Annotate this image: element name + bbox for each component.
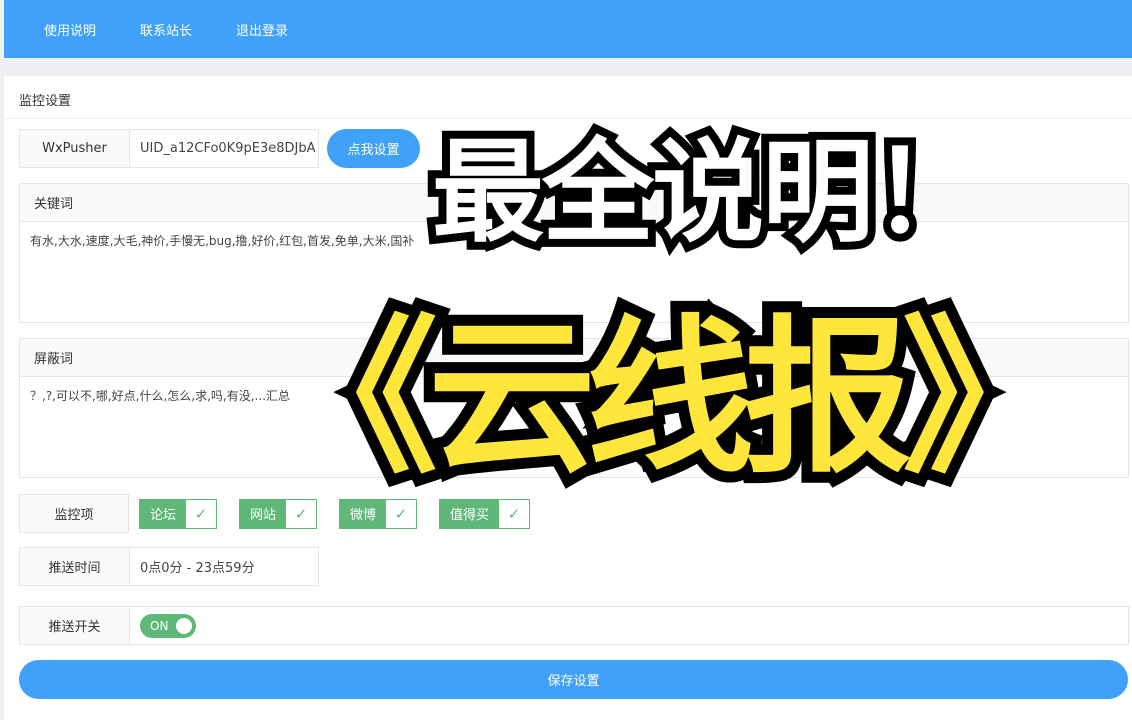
toggle-knob [176, 617, 192, 634]
check-icon: ✓ [294, 504, 308, 523]
wxpusher-setup-button[interactable]: 点我设置 [327, 129, 420, 168]
checkbox-label: 论坛 [140, 499, 187, 528]
push-time-input[interactable]: 0点0分 - 23点59分 [130, 557, 255, 576]
save-button[interactable]: 保存设置 [19, 660, 1128, 699]
check-icon: ✓ [507, 504, 521, 523]
check-icon: ✓ [194, 504, 208, 523]
toggle-state: ON [150, 618, 169, 633]
top-nav: 使用说明 联系站长 退出登录 [4, 0, 1132, 58]
check-icon: ✓ [394, 504, 408, 523]
push-switch-row: 推送开关 ON [19, 606, 1129, 645]
overlay-title-line2: 《云线报》 [259, 289, 1081, 507]
push-toggle[interactable]: ON [140, 613, 196, 638]
card-title: 监控设置 [19, 94, 72, 109]
wxpusher-uid-input[interactable]: UID_a12CFo0K9pE3e8DJbA [130, 141, 318, 156]
checkbox-forum[interactable]: 论坛 ✓ [139, 498, 218, 529]
push-time-label: 推送时间 [20, 548, 130, 585]
overlay-title-line1: 最全说明！ [424, 120, 992, 266]
wxpusher-label: WxPusher [20, 130, 130, 167]
push-switch-label: 推送开关 [20, 607, 130, 644]
nav-usage[interactable]: 使用说明 [44, 20, 96, 39]
nav-logout[interactable]: 退出登录 [236, 20, 288, 39]
push-time-row: 推送时间 0点0分 - 23点59分 [19, 547, 319, 586]
nav-contact[interactable]: 联系站长 [140, 20, 192, 39]
wxpusher-row: WxPusher UID_a12CFo0K9pE3e8DJbA [19, 129, 319, 168]
monitor-label: 监控项 [19, 494, 129, 533]
